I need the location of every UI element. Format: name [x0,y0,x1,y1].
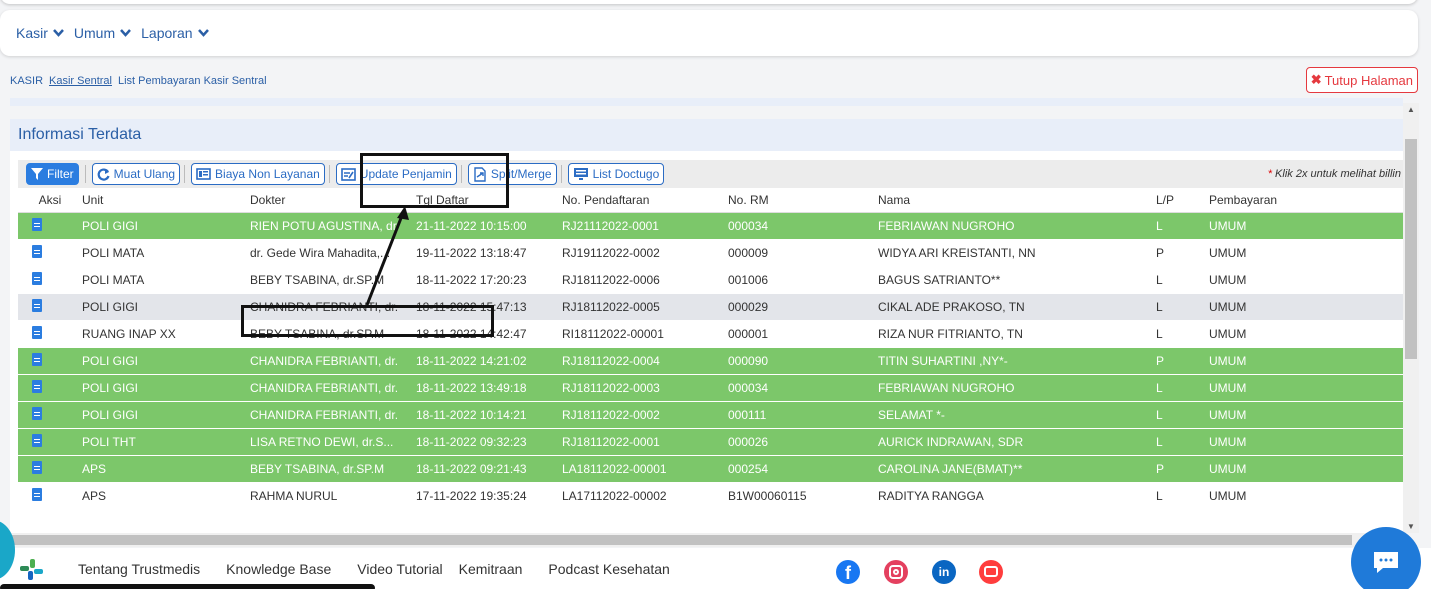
footer-link[interactable]: Tentang Trustmedis [78,561,200,577]
instagram-icon[interactable] [884,560,908,584]
linkedin-icon[interactable]: in [932,560,956,584]
taskbar-edge [0,584,375,589]
scrollbar-thumb[interactable] [2,535,1352,545]
chat-icon [1374,552,1398,573]
scroll-up-icon[interactable]: ▲ [1407,105,1415,114]
scrollbar-thumb[interactable] [1405,139,1417,359]
annotation-arrow [365,206,409,306]
footer-link[interactable]: Kemitraan [459,561,523,577]
facebook-icon[interactable]: f [836,560,860,584]
footer: Tentang Trustmedis Knowledge Base Video … [0,548,1431,589]
footer-link[interactable]: Podcast Kesehatan [548,561,669,577]
chat-widget-button[interactable] [1351,527,1421,589]
scroll-down-icon[interactable]: ▼ [1407,522,1415,531]
vertical-scrollbar[interactable]: ▲ ▼ [1403,103,1419,533]
youtube-icon[interactable] [979,560,1003,584]
footer-link[interactable]: Knowledge Base [226,561,331,577]
horizontal-scrollbar[interactable] [0,533,1403,547]
trustmedis-logo-icon [20,558,43,580]
footer-link[interactable]: Video Tutorial [357,561,442,577]
